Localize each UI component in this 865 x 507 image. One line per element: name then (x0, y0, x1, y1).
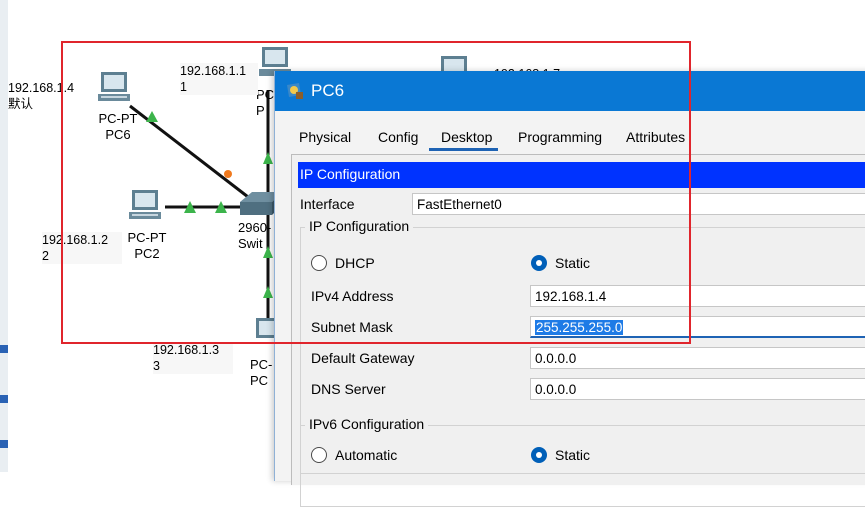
ipv6-static-label[interactable]: Static (555, 447, 590, 463)
ipv6-config-group (300, 425, 865, 507)
dns-server-input[interactable]: 0.0.0.0 (530, 378, 865, 400)
pc3-ip-note: 192.168.1.3 3 (153, 342, 233, 374)
default-gateway-input[interactable]: 0.0.0.0 (530, 347, 865, 369)
ipv6-automatic-label[interactable]: Automatic (335, 447, 397, 463)
ipv6-automatic-radio[interactable] (311, 447, 327, 463)
ipv6-static-radio[interactable] (531, 447, 547, 463)
ipv6-group-title: IPv6 Configuration (305, 416, 429, 432)
default-gateway-label: Default Gateway (311, 350, 415, 366)
red-highlight-box (61, 41, 691, 344)
dns-server-label: DNS Server (311, 381, 386, 397)
pc3-label: PC- PC (250, 357, 273, 388)
